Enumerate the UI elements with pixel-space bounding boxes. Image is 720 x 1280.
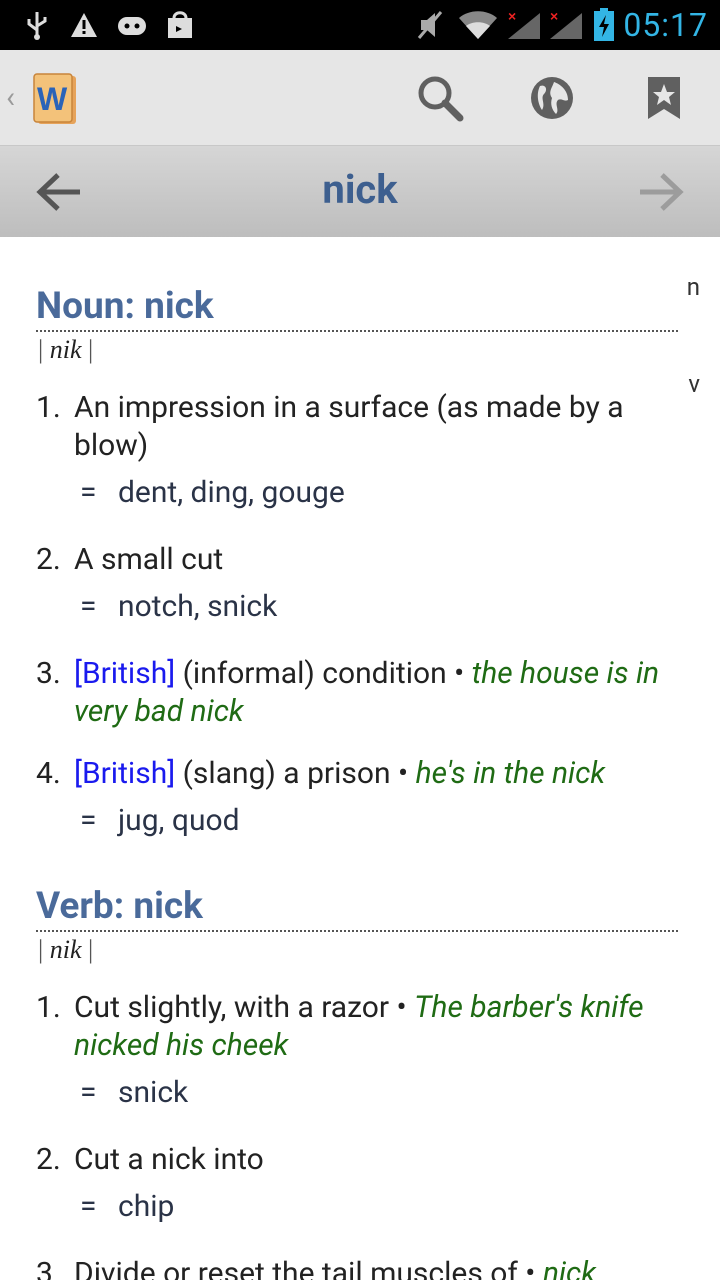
word-navigation-bar: nick [0, 145, 720, 238]
status-bar: × × 05:17 [0, 0, 720, 50]
clock: 05:17 [623, 6, 708, 44]
noun-sense-4-synonyms: = jug, quod [80, 803, 240, 838]
noun-pronunciation: | nik | [38, 335, 94, 364]
verb-sense-1-synonyms: = snick [80, 1075, 189, 1110]
definition-content[interactable]: n v Noun: nick | nik | 1. An impression … [0, 237, 720, 1280]
usage-example: nick [542, 1256, 596, 1280]
globe-icon[interactable] [524, 72, 580, 124]
signal-icon-1: × [506, 8, 542, 42]
headword-title: nick [322, 166, 398, 213]
noun-sense-2-synonyms: = notch, snick [80, 589, 278, 624]
action-bar: ‹ W [0, 50, 720, 145]
region-label: [British] [74, 756, 176, 791]
bookmark-icon[interactable] [636, 72, 692, 124]
noun-sense-4: 4. [British] (slang) a prison • he's in … [36, 756, 606, 791]
svg-text:×: × [550, 9, 558, 24]
shopping-bag-icon [164, 8, 196, 42]
mute-icon [414, 8, 446, 42]
wifi-icon [456, 8, 500, 42]
noun-sense-3: 3. [British] (informal) condition • the … [36, 656, 660, 729]
svg-text:W: W [37, 81, 68, 117]
usb-icon [22, 8, 52, 42]
verb-sense-1: 1. Cut slightly, with a razor • The barb… [36, 990, 644, 1063]
verb-sense-2-synonyms: = chip [80, 1189, 175, 1224]
verb-heading: Verb: nick [36, 885, 678, 932]
android-icon [114, 8, 150, 42]
noun-sense-1: 1. An impression in a surface (as made b… [36, 390, 624, 463]
noun-sense-2: 2. A small cut [36, 542, 224, 577]
battery-icon [592, 8, 616, 42]
verb-sense-3: 3. Divide or reset the tail muscles of •… [36, 1255, 676, 1280]
next-word-arrow-icon[interactable] [632, 166, 688, 218]
svg-text:×: × [508, 9, 516, 24]
warning-icon [68, 8, 100, 42]
region-label: [British] [74, 656, 176, 691]
app-logo-icon[interactable]: W [32, 72, 76, 124]
side-index-verb[interactable]: v [688, 370, 700, 398]
noun-sense-1-synonyms: = dent, ding, gouge [80, 475, 345, 510]
signal-icon-2: × [548, 8, 584, 42]
side-index-noun[interactable]: n [687, 273, 700, 301]
noun-heading: Noun: nick [36, 285, 678, 332]
search-icon[interactable] [412, 72, 468, 124]
verb-sense-2: 2. Cut a nick into [36, 1142, 264, 1177]
up-chevron-icon[interactable]: ‹ [6, 80, 15, 115]
verb-pronunciation: | nik | [38, 935, 94, 964]
usage-example: he's in the nick [415, 756, 606, 791]
